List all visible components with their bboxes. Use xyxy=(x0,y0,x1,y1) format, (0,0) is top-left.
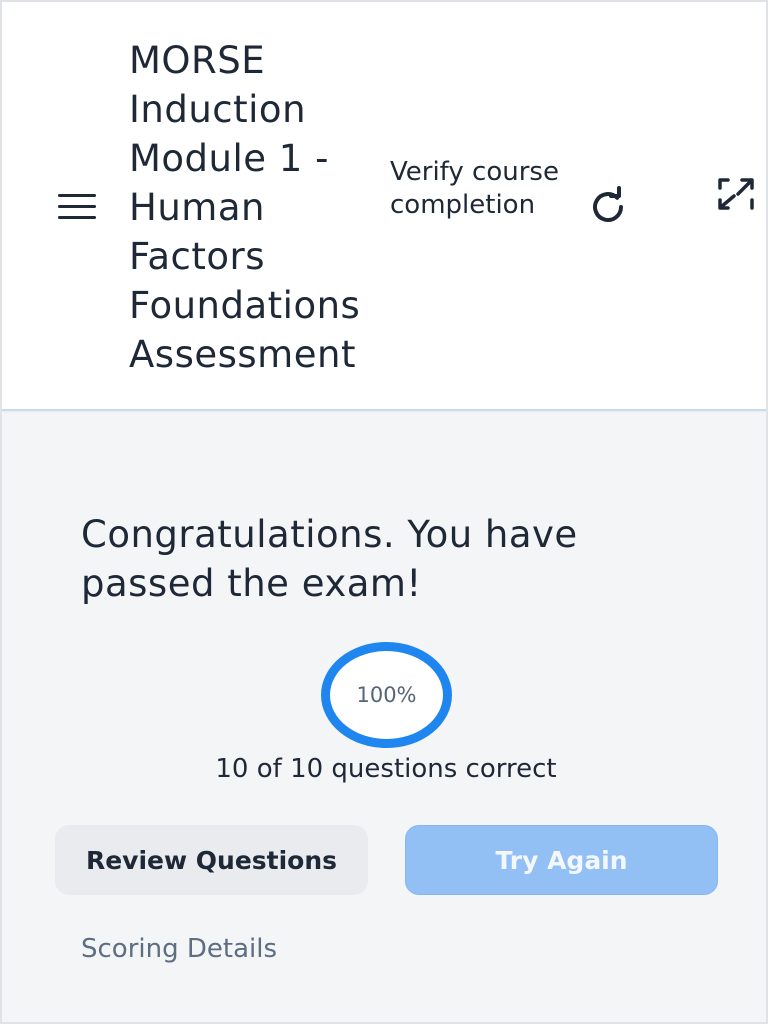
review-questions-button[interactable]: Review Questions xyxy=(55,825,368,895)
verify-course-completion-link[interactable]: Verify course completion xyxy=(390,156,565,222)
result-heading: Congratulations. You have passed the exa… xyxy=(81,513,578,605)
score-ring: 100% xyxy=(321,642,452,748)
try-again-button[interactable]: Try Again xyxy=(405,825,718,895)
score-percentage: 100% xyxy=(356,683,417,707)
top-bar: MORSE Induction Module 1 - Human Factors… xyxy=(2,2,766,411)
app-frame: MORSE Induction Module 1 - Human Factors… xyxy=(0,0,768,1024)
menu-line xyxy=(58,216,96,219)
refresh-icon[interactable] xyxy=(585,184,631,230)
fullscreen-icon[interactable] xyxy=(712,172,758,216)
questions-correct-text: 10 of 10 questions correct xyxy=(215,754,557,784)
menu-line xyxy=(58,194,96,197)
menu-line xyxy=(58,205,96,208)
hamburger-menu-icon[interactable] xyxy=(54,188,100,226)
scoring-details-link[interactable]: Scoring Details xyxy=(81,932,277,966)
course-title: MORSE Induction Module 1 - Human Factors… xyxy=(129,39,361,376)
